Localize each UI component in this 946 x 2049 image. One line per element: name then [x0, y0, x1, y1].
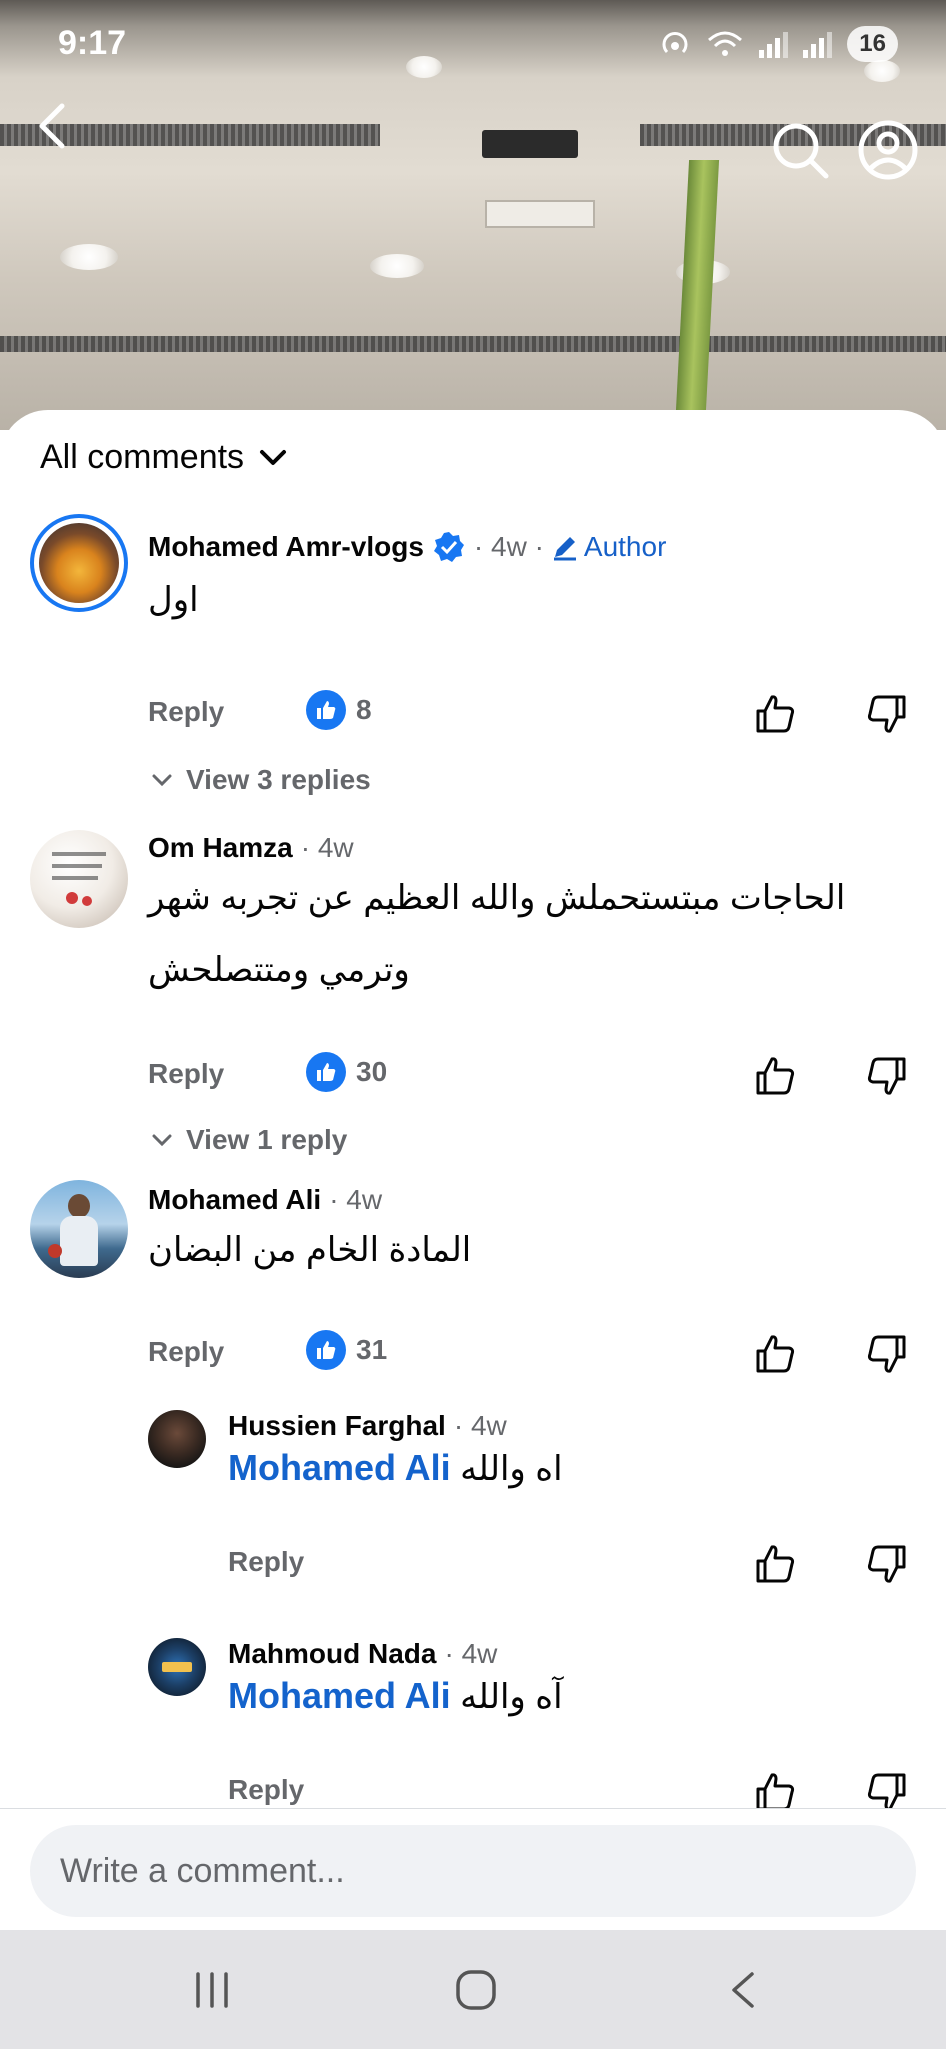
search-button[interactable] [768, 118, 832, 182]
chevron-down-icon [260, 449, 287, 465]
nav-back-button[interactable] [684, 1930, 804, 2049]
home-button[interactable] [416, 1930, 536, 2049]
avatar[interactable] [148, 1410, 206, 1468]
thumb-up-icon[interactable] [754, 1332, 798, 1376]
view-replies-label: View 1 reply [186, 1124, 348, 1155]
comment-time: · 4w [329, 1184, 383, 1215]
thumb-up-icon[interactable] [754, 1054, 798, 1098]
comment-text: اول [148, 581, 199, 619]
verified-icon [433, 532, 464, 562]
chevron-down-icon [152, 1134, 172, 1147]
wifi-icon [708, 31, 743, 56]
hotspot-icon [662, 32, 688, 54]
recent-apps-button[interactable] [152, 1930, 272, 2049]
avatar[interactable] [30, 830, 128, 928]
reply-button[interactable]: Reply [228, 1774, 304, 1806]
thumb-up-icon[interactable] [754, 1770, 798, 1810]
comment-author[interactable]: Mohamed Amr-vlogs [148, 531, 424, 563]
reply-text: Mohamed Ali اه والله [228, 1432, 563, 1505]
comment-author[interactable]: Om Hamza [148, 832, 293, 864]
profile-icon [858, 120, 918, 180]
comment-text: الحاجات مبتستحملش والله العظيم عن تجربه … [148, 879, 846, 917]
thumb-up-icon[interactable] [754, 1542, 798, 1586]
avatar[interactable] [30, 1180, 128, 1278]
ceiling-vent [0, 336, 946, 352]
like-icon [306, 1052, 346, 1092]
author-badge: Author [550, 531, 667, 563]
thumb-down-icon[interactable] [864, 692, 908, 736]
view-replies-label: View 3 replies [186, 764, 371, 795]
like-icon [306, 690, 346, 730]
thumb-down-icon[interactable] [864, 1542, 908, 1586]
reply-button[interactable]: Reply [148, 1058, 224, 1090]
chevron-down-icon [152, 774, 172, 787]
comment-time: · 4w [300, 832, 354, 863]
view-replies-button[interactable]: View 3 replies [150, 764, 371, 796]
signal-icon [803, 30, 833, 58]
back-icon [39, 103, 65, 149]
like-count: 31 [356, 1334, 388, 1365]
recent-apps-icon [196, 1971, 228, 2008]
comment-time: · 4w · [473, 531, 544, 562]
like-icon [306, 1330, 346, 1370]
like-count: 8 [356, 694, 372, 725]
author-badge-label: Author [583, 531, 667, 562]
ceiling-lamp [370, 254, 424, 278]
reactions-summary[interactable]: 31 [306, 1330, 387, 1370]
status-bar: 9:17 16 [0, 0, 946, 86]
comment-author[interactable]: Mohamed Ali [148, 1184, 321, 1216]
search-icon [773, 123, 829, 179]
avatar[interactable] [30, 514, 128, 612]
view-replies-button[interactable]: View 1 reply [150, 1124, 347, 1156]
profile-button[interactable] [856, 118, 920, 182]
comments-sheet: All comments Mohamed Amr-vlogs · 4w · Au… [0, 410, 946, 1810]
like-count: 30 [356, 1056, 388, 1087]
ceiling-lamp [60, 244, 118, 270]
ceiling-panel [485, 200, 595, 228]
avatar[interactable] [148, 1638, 206, 1696]
comment-text: المادة الخام من البضان [148, 1231, 472, 1269]
system-navigation-bar [0, 1930, 946, 2049]
reactions-summary[interactable]: 30 [306, 1052, 387, 1092]
compose-bar [0, 1808, 946, 1930]
pencil-icon [553, 537, 576, 561]
signal-icon [759, 30, 789, 58]
comment-input[interactable] [30, 1825, 916, 1917]
nav-back-icon [732, 1971, 754, 2008]
reply-button[interactable]: Reply [228, 1546, 304, 1578]
battery-level: 16 [847, 26, 898, 62]
pole [674, 160, 720, 430]
mention-link[interactable]: Mohamed Ali [228, 1447, 451, 1488]
thumb-down-icon[interactable] [864, 1332, 908, 1376]
thumb-down-icon[interactable] [864, 1770, 908, 1810]
status-time: 9:17 [58, 24, 127, 62]
reply-text: Mohamed Ali آه والله [228, 1660, 563, 1733]
thumb-down-icon[interactable] [864, 1054, 908, 1098]
reply-message: آه والله [460, 1678, 563, 1716]
reply-button[interactable]: Reply [148, 1336, 224, 1368]
reply-button[interactable]: Reply [148, 696, 224, 728]
back-button[interactable] [28, 96, 84, 156]
comment-text: وترمي ومتتصلحش [148, 951, 410, 989]
thumb-up-icon[interactable] [754, 692, 798, 736]
comments-filter-dropdown[interactable]: All comments [40, 438, 290, 477]
ceiling-fixture [482, 130, 578, 158]
reply-message: اه والله [460, 1450, 563, 1488]
home-icon [456, 1969, 496, 2010]
reactions-summary[interactable]: 8 [306, 690, 372, 730]
comments-filter-label: All comments [40, 438, 245, 476]
mention-link[interactable]: Mohamed Ali [228, 1675, 451, 1716]
